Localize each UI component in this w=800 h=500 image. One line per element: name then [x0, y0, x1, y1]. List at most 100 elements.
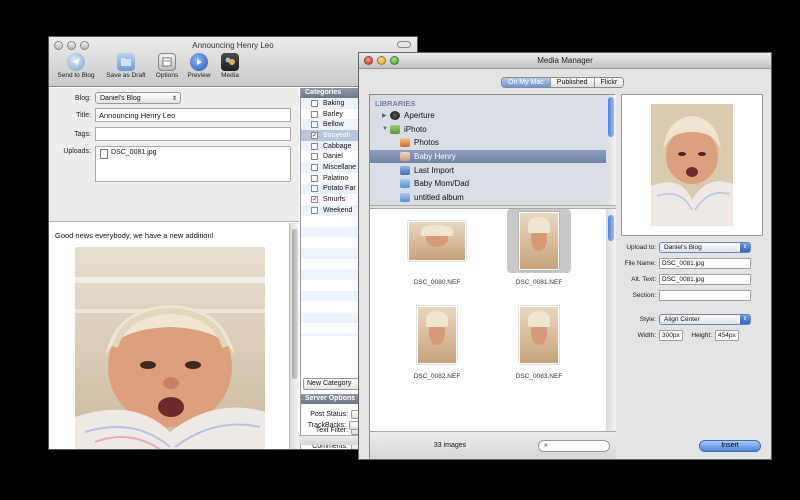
disclosure-triangle-icon[interactable]: ▶ — [382, 112, 390, 119]
category-label: Palatino — [323, 174, 349, 182]
media-browser: LIBRARIES ▶ Aperture ▼ iPhoto Photos Bab… — [369, 94, 616, 459]
options-button[interactable]: Options — [153, 53, 181, 79]
aperture-icon — [390, 111, 400, 121]
thumbnail-item[interactable]: DSC_0083.NEF — [504, 303, 574, 380]
thumbnail-scroll-thumb[interactable] — [608, 215, 614, 241]
category-checkbox[interactable]: ✓ — [311, 131, 318, 139]
category-checkbox[interactable] — [311, 110, 318, 118]
library-item-photos[interactable]: Photos — [370, 136, 606, 150]
options-icon — [158, 53, 176, 71]
search-icon: ⌕ — [544, 442, 548, 449]
media-titlebar[interactable]: Media Manager — [359, 53, 771, 69]
tab-on-my-mac[interactable]: On My Mac — [502, 78, 551, 87]
thumbnail-scrollbar[interactable] — [606, 209, 616, 431]
save-as-draft-button[interactable]: Save as Draft — [102, 53, 150, 79]
thumbnail-image[interactable] — [417, 306, 457, 364]
media-icon — [221, 53, 239, 71]
upload-file-name[interactable]: DSC_0081.jpg — [111, 149, 157, 156]
library-item-baby-mom-dad[interactable]: Baby Mom/Dad — [370, 177, 606, 191]
media-button[interactable]: Media — [217, 53, 243, 79]
style-select[interactable]: Align Center ⇕ — [659, 314, 751, 325]
category-checkbox[interactable] — [311, 163, 318, 171]
thumbnail-item[interactable]: DSC_0081.NEF — [504, 209, 574, 286]
album-icon — [400, 192, 410, 202]
source-tabs: On My Mac Published Flickr — [501, 77, 625, 88]
file-name-input[interactable]: DSC_0081.jpg — [659, 258, 751, 269]
search-field[interactable]: ⌕ — [538, 440, 610, 452]
library-item-untitled-album[interactable]: untitled album — [370, 191, 606, 205]
library-item-aperture[interactable]: ▶ Aperture — [370, 109, 606, 123]
section-label: Section: — [632, 292, 657, 299]
library-item-baby-henry[interactable]: Baby Henry — [370, 149, 606, 164]
select-arrows-icon: ⇕ — [740, 243, 750, 252]
library-label: Baby Henry — [414, 152, 456, 162]
baby-photo[interactable] — [75, 247, 265, 449]
thumbnail-caption: DSC_0083.NEF — [515, 373, 563, 380]
uploads-label: Uploads: — [63, 148, 91, 155]
tab-published[interactable]: Published — [550, 78, 595, 87]
height-input[interactable]: 454px — [715, 330, 739, 341]
category-checkbox[interactable] — [311, 142, 318, 150]
title-row: Title: Announcing Henry Leo — [49, 108, 291, 122]
tags-row: Tags: — [49, 127, 291, 141]
blog-label: Blog: — [75, 94, 91, 102]
section-input[interactable] — [659, 290, 751, 301]
category-checkbox[interactable] — [311, 99, 318, 107]
category-label: Booyeah — [323, 131, 351, 139]
thumbnail-image[interactable] — [519, 306, 559, 364]
select-arrows-icon: ⇕ — [740, 315, 750, 324]
send-to-blog-button[interactable]: Send to Blog — [53, 53, 99, 79]
editor-scrollbar[interactable] — [289, 223, 299, 449]
photos-icon — [400, 138, 410, 148]
upload-to-select[interactable]: Daniel's Blog ⇕ — [659, 242, 751, 253]
title-input[interactable]: Announcing Henry Leo — [95, 108, 291, 122]
library-label: iPhoto — [404, 124, 427, 134]
post-body-editor[interactable]: Good news everybody, we have a new addit… — [49, 223, 299, 449]
editor-scroll-thumb[interactable] — [292, 229, 298, 379]
library-label: Photos — [414, 138, 439, 148]
file-icon — [100, 149, 108, 159]
insert-button[interactable]: Insert — [699, 440, 761, 452]
tags-input[interactable] — [95, 127, 291, 141]
post-status-label: Post Status: — [310, 411, 348, 418]
preview-button[interactable]: Preview — [184, 53, 214, 79]
library-item-last-import[interactable]: Last Import — [370, 163, 606, 177]
import-icon — [400, 165, 410, 175]
server-options-scrollbar[interactable] — [299, 435, 359, 445]
thumbnail-image[interactable] — [408, 221, 466, 261]
upload-to-label: Upload to: — [626, 244, 656, 251]
thumbnail-grid: DSC_0080.NEF DSC_0081.NEF DSC_0082.NEF D… — [370, 209, 606, 431]
blog-select-value: Daniel's Blog — [100, 94, 141, 102]
thumbnail-item[interactable]: DSC_0082.NEF — [402, 303, 472, 380]
category-checkbox[interactable] — [311, 121, 318, 129]
category-label: Potato Far — [323, 185, 356, 193]
thumbnail-item[interactable]: DSC_0080.NEF — [402, 209, 472, 286]
toolbar-toggle-button[interactable] — [397, 41, 411, 48]
libraries-scrollbar[interactable] — [606, 95, 616, 205]
thumbnail-frame — [507, 209, 571, 273]
trackbacks-row: TrackBacks: — [299, 421, 359, 430]
category-checkbox[interactable] — [311, 185, 318, 193]
width-input[interactable]: 300px — [659, 330, 683, 341]
height-label: Height: — [691, 332, 712, 339]
category-checkbox[interactable] — [311, 174, 318, 182]
thumbnail-image[interactable] — [519, 212, 559, 270]
post-body-text[interactable]: Good news everybody, we have a new addit… — [55, 231, 214, 240]
libraries-scroll-thumb[interactable] — [608, 97, 614, 137]
file-name-label: File Name: — [624, 260, 656, 267]
alt-text-label: Alt. Text: — [631, 276, 656, 283]
editor-toolbar: Send to Blog Save as Draft Options Previ… — [53, 53, 243, 79]
send-icon — [67, 53, 85, 71]
category-checkbox[interactable] — [311, 153, 318, 161]
category-checkbox[interactable]: ✓ — [311, 196, 318, 204]
uploads-list[interactable]: DSC_0081.jpg — [95, 146, 291, 182]
tab-flickr[interactable]: Flickr — [594, 78, 624, 87]
disclosure-triangle-icon[interactable]: ▼ — [382, 126, 390, 132]
alt-text-input[interactable]: DSC_0081.jpg — [659, 274, 751, 285]
blog-select[interactable]: Daniel's Blog ⇕ — [95, 92, 181, 104]
category-checkbox[interactable] — [311, 206, 318, 214]
blog-row: Blog: Daniel's Blog ⇕ — [49, 92, 181, 104]
category-label: Daniel — [323, 153, 343, 161]
library-label: Baby Mom/Dad — [414, 179, 470, 189]
library-item-iphoto[interactable]: ▼ iPhoto — [370, 123, 606, 137]
